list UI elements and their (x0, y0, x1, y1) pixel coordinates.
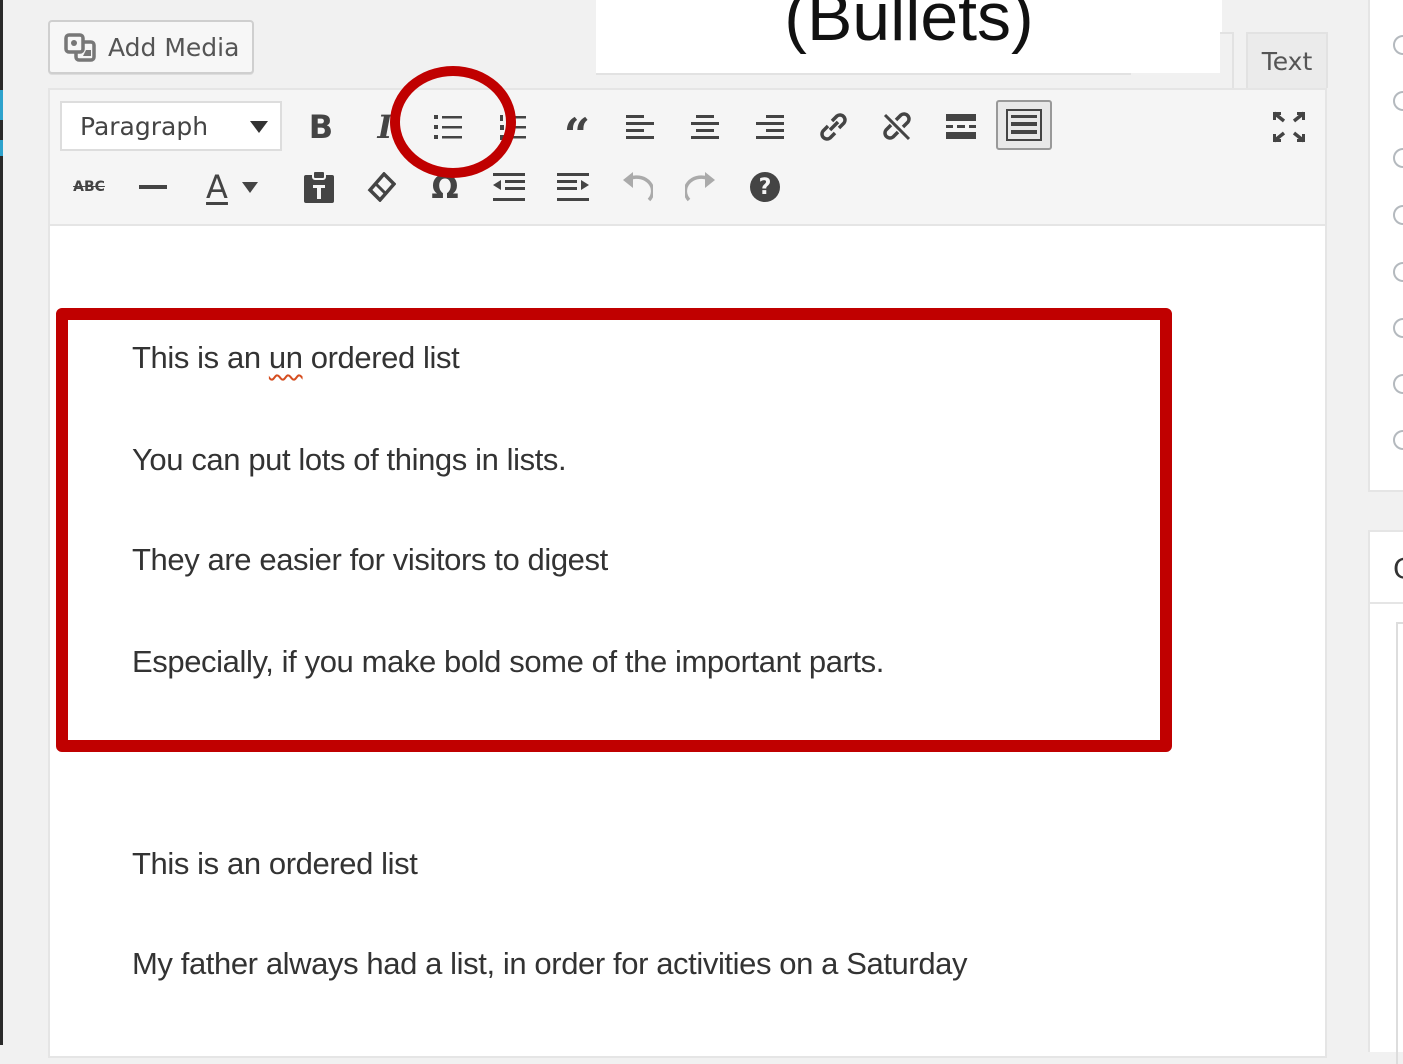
outdent-icon (493, 173, 525, 201)
text-color-dropdown[interactable] (236, 162, 264, 212)
horizontal-line-icon (139, 185, 167, 189)
highlight-circle-annotation (390, 66, 516, 178)
chevron-down-icon (250, 121, 268, 133)
help-icon: ? (750, 172, 780, 202)
align-center-button[interactable] (680, 102, 730, 152)
fullscreen-icon (1272, 111, 1306, 143)
sidebar-panel (1368, 530, 1403, 1064)
help-button[interactable]: ? (740, 162, 790, 212)
paragraph: My father always had a list, in order fo… (132, 946, 968, 981)
read-more-button[interactable] (936, 102, 986, 152)
window-left-edge (0, 0, 3, 1045)
strikethrough-icon: ABC (73, 179, 105, 195)
toolbar-toggle-button[interactable] (996, 100, 1052, 150)
read-more-icon (946, 114, 976, 139)
media-icon (64, 33, 96, 62)
outdent-button[interactable] (484, 162, 534, 212)
indent-icon (557, 173, 589, 201)
blockquote-button[interactable]: “ (552, 102, 602, 158)
tab-text[interactable]: Text (1246, 32, 1328, 88)
edge-highlight (0, 90, 3, 120)
paste-text-icon (304, 171, 334, 203)
text-color-button[interactable]: A (192, 162, 242, 212)
sidebar-inner-box (1396, 622, 1403, 1064)
insert-link-button[interactable] (808, 102, 858, 152)
indent-button[interactable] (548, 162, 598, 212)
undo-button[interactable] (612, 162, 662, 212)
strikethrough-button[interactable]: ABC (64, 162, 114, 212)
remove-link-button[interactable] (872, 102, 922, 152)
format-select-value: Paragraph (80, 111, 209, 141)
insert-link-icon (820, 113, 847, 141)
editor-toolbar: Paragraph B I “ ABC A Ω ? (50, 90, 1325, 226)
divider (1370, 602, 1403, 604)
align-left-button[interactable] (616, 102, 666, 152)
horizontal-line-button[interactable] (128, 162, 178, 212)
fullscreen-button[interactable] (1264, 102, 1314, 152)
blockquote-icon: “ (563, 108, 591, 162)
format-select[interactable]: Paragraph (60, 101, 282, 151)
align-right-button[interactable] (744, 102, 794, 152)
remove-link-icon (883, 112, 911, 141)
bold-icon: B (308, 108, 334, 146)
paragraph: This is an ordered list (132, 846, 418, 881)
sidebar-heading: C (1393, 552, 1403, 585)
tab-text-label: Text (1261, 46, 1313, 76)
add-media-button[interactable]: Add Media (48, 20, 254, 74)
bold-button[interactable]: B (296, 102, 346, 152)
sidebar-panel (1368, 0, 1403, 492)
slide-title: (Bullets) (784, 0, 1034, 55)
redo-icon (685, 172, 715, 202)
align-center-icon (691, 115, 719, 139)
align-left-icon (626, 115, 654, 139)
slide-title-overlay: (Bullets) (596, 0, 1222, 73)
tab-visual[interactable] (1220, 32, 1234, 90)
clear-formatting-button[interactable] (356, 162, 406, 212)
redo-button[interactable] (676, 162, 726, 212)
text-color-icon: A (206, 168, 228, 206)
highlight-box-annotation (56, 308, 1172, 752)
tab-divider (596, 73, 1131, 75)
clear-formatting-icon (367, 172, 396, 202)
align-right-icon (756, 115, 784, 139)
toolbar-toggle-icon (1006, 109, 1042, 141)
add-media-label: Add Media (108, 32, 240, 62)
edge-highlight (0, 140, 3, 156)
chevron-down-icon (242, 181, 258, 193)
undo-icon (623, 172, 653, 202)
paste-text-button[interactable] (294, 162, 344, 212)
